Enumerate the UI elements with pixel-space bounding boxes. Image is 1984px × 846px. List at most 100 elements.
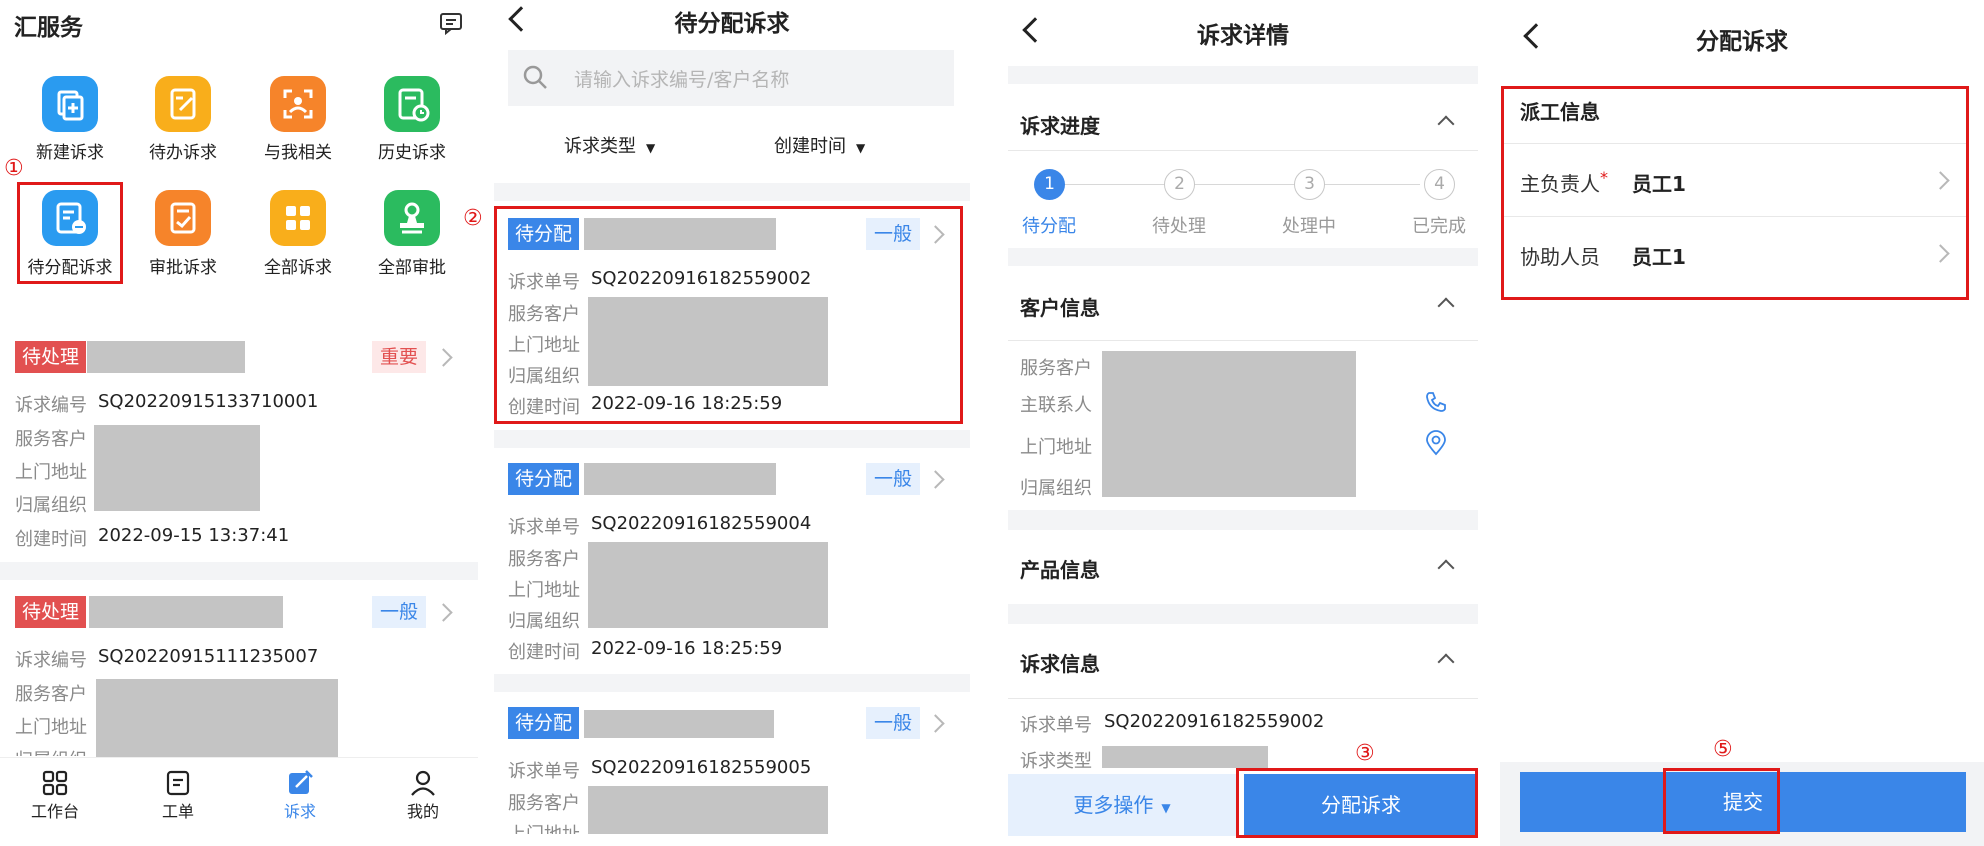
- assistant-row[interactable]: 协助人员 员工1: [1504, 217, 1966, 289]
- history-icon[interactable]: [384, 76, 440, 132]
- step-marker-2: ②: [463, 206, 483, 231]
- caret-down-icon: ▼: [1161, 801, 1171, 815]
- divider-line: [1008, 698, 1478, 699]
- related-icon[interactable]: [270, 76, 326, 132]
- phone-icon[interactable]: [1424, 390, 1448, 418]
- field-label: 归属组织: [1020, 478, 1092, 499]
- search-bar[interactable]: 请输入诉求编号/客户名称: [508, 50, 954, 106]
- nav-item-work-order[interactable]: 工单: [143, 798, 213, 822]
- field-label: 创建时间: [508, 642, 580, 663]
- bottom-nav: 工作台 工单 诉求 我的: [0, 757, 478, 846]
- highlight-submit-button: [1663, 768, 1780, 834]
- request-icon[interactable]: [287, 770, 313, 800]
- more-actions-button[interactable]: 更多操作 ▼: [1008, 774, 1236, 836]
- workbench-icon[interactable]: [42, 770, 68, 800]
- section-dispatch-title: 派工信息: [1520, 100, 1600, 124]
- grid-label-todo[interactable]: 待办诉求: [128, 138, 238, 163]
- step-label-1: 待分配: [1022, 216, 1076, 237]
- grid-label-approval[interactable]: 审批诉求: [128, 253, 238, 278]
- all-approvals-icon[interactable]: [384, 190, 440, 246]
- redacted-info: [1102, 351, 1356, 497]
- assistant-label: 协助人员: [1520, 245, 1600, 269]
- redacted-title: [584, 710, 774, 738]
- profile-icon[interactable]: [410, 770, 436, 800]
- priority-badge: 一般: [372, 596, 427, 628]
- caret-down-icon: ▼: [856, 141, 866, 155]
- collapse-icon[interactable]: [1437, 115, 1455, 133]
- step-label-4: 已完成: [1412, 216, 1466, 237]
- owner-label: 主负责人*: [1520, 168, 1608, 197]
- request-id: SQ20220916182559005: [591, 757, 812, 778]
- filter-time[interactable]: 创建时间 ▼: [774, 132, 865, 158]
- field-label: 上门地址: [15, 462, 87, 483]
- owner-row[interactable]: 主负责人* 员工1: [1504, 144, 1966, 216]
- work-order-icon[interactable]: [165, 770, 191, 800]
- screen-request-detail: 诉求详情 诉求进度 1 2 3 4 待分配 待处理 处理中 已完成 客户信息 服…: [1008, 0, 1478, 846]
- search-input[interactable]: 请输入诉求编号/客户名称: [574, 65, 789, 92]
- field-label: 创建时间: [15, 529, 87, 550]
- field-label: 上门地址: [508, 580, 580, 601]
- divider: [0, 562, 478, 580]
- priority-badge: 重要: [372, 341, 427, 373]
- chevron-right-icon[interactable]: [434, 348, 453, 367]
- grid-label-related[interactable]: 与我相关: [243, 138, 353, 163]
- redacted-title: [584, 463, 776, 495]
- chevron-right-icon[interactable]: [926, 714, 945, 733]
- create-time: 2022-09-16 18:25:59: [591, 638, 783, 659]
- field-label: 服务客户: [1020, 358, 1092, 379]
- nav-item-profile[interactable]: 我的: [388, 798, 458, 822]
- field-label: 归属组织: [15, 495, 87, 516]
- field-label: 上门地址: [1020, 437, 1092, 458]
- collapse-icon[interactable]: [1437, 297, 1455, 315]
- step-marker-1: ①: [4, 156, 24, 181]
- field-label: 诉求单号: [508, 761, 580, 782]
- collapse-icon[interactable]: [1437, 559, 1455, 577]
- field-label: 上门地址: [508, 820, 580, 834]
- divider: [1008, 66, 1478, 84]
- redacted-info: [588, 542, 828, 628]
- collapse-icon[interactable]: [1437, 653, 1455, 671]
- step-circle-1: 1: [1034, 169, 1065, 200]
- status-badge: 待处理: [15, 341, 87, 373]
- location-icon[interactable]: [1425, 430, 1447, 460]
- message-icon[interactable]: [438, 10, 464, 40]
- divider-line: [1008, 340, 1478, 341]
- grid-label-all-approvals[interactable]: 全部审批: [357, 253, 467, 278]
- nav-item-workbench[interactable]: 工作台: [20, 798, 90, 822]
- redacted-info: [588, 786, 828, 834]
- owner-value: 员工1: [1632, 172, 1686, 196]
- highlight-pending-assign: [17, 182, 123, 284]
- grid-label-history[interactable]: 历史诉求: [357, 138, 467, 163]
- grid-label-new[interactable]: 新建诉求: [15, 138, 125, 163]
- section-customer-title: 客户信息: [1020, 296, 1100, 320]
- all-requests-icon[interactable]: [270, 190, 326, 246]
- highlight-first-card: [494, 206, 963, 424]
- new-request-icon[interactable]: [42, 76, 98, 132]
- priority-badge: 一般: [866, 707, 921, 739]
- request-id: SQ20220916182559004: [591, 513, 812, 534]
- field-label: 上门地址: [15, 717, 87, 738]
- grid-label-all[interactable]: 全部诉求: [243, 253, 353, 278]
- more-actions-label: 更多操作: [1073, 793, 1154, 817]
- filter-type[interactable]: 诉求类型 ▼: [564, 132, 655, 158]
- chevron-right-icon[interactable]: [434, 603, 453, 622]
- todo-request-icon[interactable]: [155, 76, 211, 132]
- redacted-info: [94, 425, 260, 511]
- section-progress-title: 诉求进度: [1020, 114, 1100, 138]
- nav-item-request[interactable]: 诉求: [265, 798, 335, 822]
- step-marker-5: ⑤: [1713, 737, 1733, 762]
- status-badge: 待分配: [508, 707, 580, 739]
- bottom-fade: [494, 834, 970, 846]
- divider: [1008, 248, 1478, 266]
- page-title: 分配诉求: [1696, 29, 1788, 55]
- field-label: 主联系人: [1020, 395, 1092, 416]
- approval-request-icon[interactable]: [155, 190, 211, 246]
- owner-label-text: 主负责人: [1520, 172, 1600, 196]
- search-icon: [522, 64, 548, 94]
- field-label: 服务客户: [15, 429, 87, 450]
- create-time: 2022-09-15 13:37:41: [98, 525, 290, 546]
- redacted-title: [87, 341, 245, 373]
- chevron-right-icon[interactable]: [926, 470, 945, 489]
- section-request-title: 诉求信息: [1020, 652, 1100, 676]
- step-circle-2: 2: [1164, 169, 1195, 200]
